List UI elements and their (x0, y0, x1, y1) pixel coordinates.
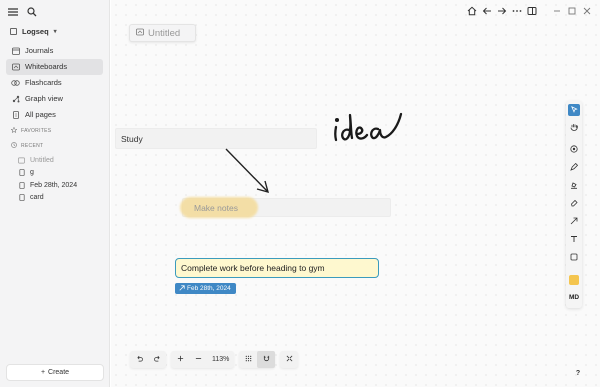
grid-toggle[interactable] (239, 351, 257, 368)
collapse-icon (286, 355, 293, 364)
extra-group (280, 351, 299, 368)
pencil-tool[interactable] (568, 162, 580, 174)
text-tool[interactable] (568, 234, 580, 246)
hand-icon (570, 123, 578, 133)
magnet-icon (263, 355, 270, 364)
history-group (130, 351, 166, 368)
connector-tool[interactable] (568, 216, 580, 228)
bottom-toolbar: 113% (130, 351, 299, 368)
zoom-level[interactable]: 113% (207, 356, 234, 363)
shape-task[interactable]: Complete work before heading to gym (175, 258, 379, 278)
highlighter-icon (570, 181, 578, 191)
link-icon (179, 284, 185, 293)
color-swatch[interactable] (569, 275, 579, 285)
portal-icon (570, 145, 578, 155)
shape-tool[interactable] (568, 252, 580, 264)
arrow-icon (570, 217, 578, 227)
help-button[interactable]: ? (572, 367, 584, 379)
minus-icon (195, 355, 202, 364)
text-icon (570, 235, 578, 245)
pan-tool[interactable] (568, 122, 580, 134)
zoom-out-button[interactable] (189, 351, 207, 368)
portal-tool[interactable] (568, 144, 580, 156)
collapse-toggle[interactable] (280, 351, 298, 368)
undo-button[interactable] (130, 351, 148, 368)
arrow-connector[interactable] (225, 148, 269, 193)
handwriting-idea[interactable] (334, 112, 403, 142)
square-icon (570, 253, 578, 263)
date-tag-label: Feb 28th, 2024 (187, 285, 231, 292)
eraser-tool[interactable] (568, 198, 580, 210)
markdown-toggle[interactable]: MD (566, 294, 582, 301)
pencil-icon (570, 162, 579, 173)
eraser-icon (570, 199, 578, 209)
date-tag[interactable]: Feb 28th, 2024 (175, 283, 236, 294)
tool-palette: MD (566, 101, 582, 308)
redo-icon (153, 355, 161, 364)
zoom-in-button[interactable] (171, 351, 189, 368)
redo-button[interactable] (148, 351, 166, 368)
select-tool[interactable] (568, 104, 580, 116)
grid-icon (245, 355, 252, 364)
cursor-icon (570, 105, 578, 115)
snap-toggle[interactable] (257, 351, 276, 368)
plus-icon (177, 355, 184, 364)
view-group (239, 351, 276, 368)
undo-icon (136, 355, 143, 364)
zoom-group: 113% (171, 351, 235, 368)
drawing-layer (225, 112, 403, 193)
highlighter-tool[interactable] (568, 180, 580, 192)
